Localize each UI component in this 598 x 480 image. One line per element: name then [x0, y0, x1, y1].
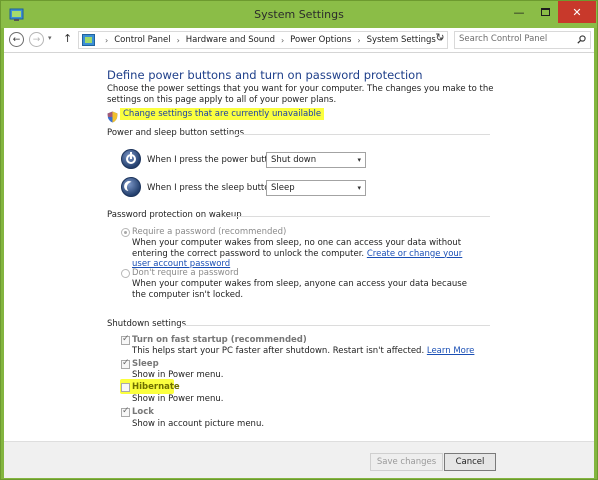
breadcrumb-items: › Control Panel › Hardware and Sound › P… [99, 35, 436, 45]
main-content: Define power buttons and turn on passwor… [4, 53, 594, 441]
minimize-button[interactable]: — [506, 1, 532, 23]
search-box[interactable] [454, 31, 591, 49]
breadcrumb-system-settings[interactable]: System Settings [367, 35, 436, 45]
fast-startup-description-text: This helps start your PC faster after sh… [132, 346, 425, 356]
sleep-button-icon [121, 177, 141, 197]
require-password-description: When your computer wakes from sleep, no … [132, 238, 482, 270]
sleep-button-label: When I press the sleep button: [147, 183, 278, 193]
hibernate-label: Hibernate [132, 382, 180, 392]
breadcrumb-separator[interactable]: › [281, 36, 284, 45]
power-buttons-group-title: Power and sleep button settings [107, 128, 245, 138]
maximize-icon [540, 8, 550, 16]
page-description: Choose the power settings that you want … [107, 84, 494, 105]
breadcrumb-separator[interactable]: › [357, 36, 360, 45]
breadcrumb-separator: › [105, 35, 109, 45]
power-button-action-value: Shut down [271, 155, 317, 165]
breadcrumb-control-panel[interactable]: Control Panel [114, 35, 170, 45]
power-button-action-select[interactable]: Shut down ▾ [266, 152, 366, 168]
control-panel-icon [82, 34, 95, 46]
lock-checkbox[interactable] [121, 406, 130, 417]
power-stem-icon [130, 152, 132, 159]
change-unavailable-settings-link[interactable]: Change settings that are currently unava… [120, 108, 325, 120]
address-bar: ← → ▾ ↑ › Control Panel › Hardware and S… [4, 28, 594, 53]
breadcrumb-separator[interactable]: › [177, 36, 180, 45]
page-title: Define power buttons and turn on passwor… [107, 68, 423, 82]
sleep-label: Sleep [132, 359, 159, 369]
hibernate-description: Show in Power menu. [132, 394, 224, 404]
chevron-down-icon: ▾ [357, 156, 361, 164]
breadcrumb-hardware-and-sound[interactable]: Hardware and Sound [186, 35, 275, 45]
dont-require-password-radio[interactable] [121, 269, 130, 278]
chevron-down-icon: ▾ [357, 184, 361, 192]
require-password-label: Require a password (recommended) [132, 227, 287, 237]
dont-require-password-label: Don't require a password [132, 268, 239, 278]
close-button[interactable]: ✕ [558, 1, 596, 23]
divider [227, 134, 490, 135]
save-changes-button[interactable]: Save changes [370, 453, 443, 471]
up-button[interactable]: ↑ [63, 32, 72, 45]
divider [182, 325, 490, 326]
fast-startup-checkbox[interactable] [121, 334, 130, 345]
footer-bar: Save changes Cancel [4, 441, 594, 478]
divider [230, 216, 490, 217]
moon-icon [126, 181, 138, 193]
uac-shield-icon [107, 111, 118, 123]
power-button-icon [121, 149, 141, 169]
title-bar[interactable]: System Settings — ✕ [1, 1, 597, 28]
recent-locations-dropdown[interactable]: ▾ [48, 34, 52, 42]
breadcrumb[interactable]: › Control Panel › Hardware and Sound › P… [78, 31, 448, 49]
dont-require-password-description: When your computer wakes from sleep, any… [132, 279, 467, 300]
cancel-button[interactable]: Cancel [444, 453, 496, 471]
breadcrumb-power-options[interactable]: Power Options [290, 35, 351, 45]
sleep-button-action-select[interactable]: Sleep ▾ [266, 180, 366, 196]
lock-description: Show in account picture menu. [132, 419, 265, 429]
system-settings-window: System Settings — ✕ ← → ▾ ↑ › Control Pa… [0, 0, 598, 480]
sleep-checkbox[interactable] [121, 358, 130, 369]
password-group-title: Password protection on wakeup [107, 210, 242, 220]
sleep-button-action-value: Sleep [271, 183, 295, 193]
lock-label: Lock [132, 407, 154, 417]
search-input[interactable] [459, 34, 569, 44]
hibernate-checkbox[interactable] [121, 383, 130, 392]
fast-startup-label: Turn on fast startup (recommended) [132, 335, 307, 345]
shutdown-group-title: Shutdown settings [107, 319, 187, 329]
search-icon[interactable] [577, 35, 586, 44]
forward-button[interactable]: → [29, 32, 44, 47]
learn-more-link[interactable]: Learn More [427, 346, 475, 356]
maximize-button[interactable] [532, 1, 558, 23]
back-button[interactable]: ← [9, 32, 24, 47]
power-button-label: When I press the power button: [147, 155, 282, 165]
refresh-button[interactable]: ↻ [432, 31, 448, 47]
require-password-radio[interactable] [121, 228, 130, 237]
fast-startup-description: This helps start your PC faster after sh… [132, 346, 474, 356]
